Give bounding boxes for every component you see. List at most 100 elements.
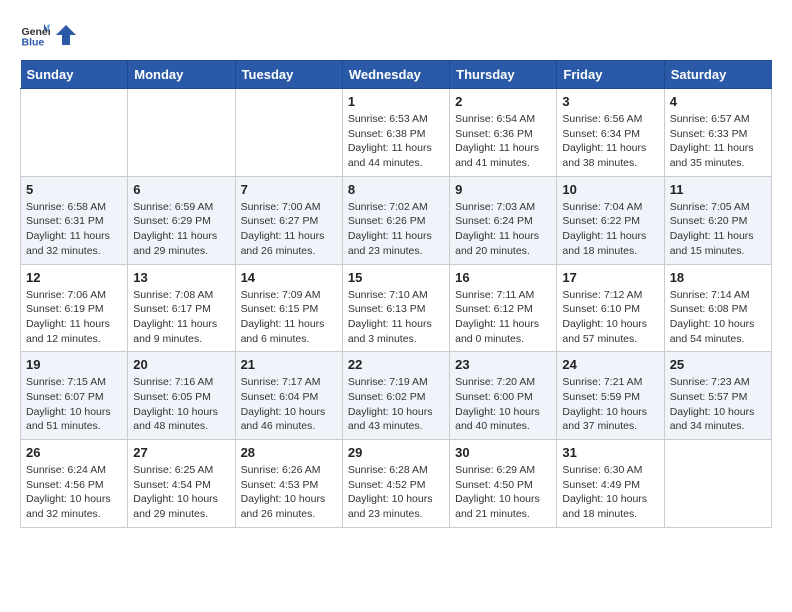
calendar-cell: 15 Sunrise: 7:10 AM Sunset: 6:13 PM Dayli… (342, 264, 449, 352)
logo-arrow-icon (56, 25, 76, 45)
day-number: 31 (562, 445, 658, 460)
day-info: Sunrise: 7:15 AM Sunset: 6:07 PM Dayligh… (26, 375, 122, 434)
day-number: 10 (562, 182, 658, 197)
logo: General Blue (20, 20, 76, 50)
day-number: 14 (241, 270, 337, 285)
day-number: 16 (455, 270, 551, 285)
day-number: 17 (562, 270, 658, 285)
calendar-cell: 10Sunrise: 7:04 AM Sunset: 6:22 PM Dayli… (557, 176, 664, 264)
day-info: Sunrise: 7:08 AM Sunset: 6:17 PM Dayligh… (133, 288, 229, 347)
day-info: Sunrise: 7:23 AM Sunset: 5:57 PM Dayligh… (670, 375, 766, 434)
day-info: Sunrise: 7:21 AM Sunset: 5:59 PM Dayligh… (562, 375, 658, 434)
header-saturday: Saturday (664, 61, 771, 89)
day-info: Sunrise: 6:54 AM Sunset: 6:36 PM Dayligh… (455, 112, 551, 171)
calendar-cell: 23 Sunrise: 7:20 AM Sunset: 6:00 PM Dayli… (450, 352, 557, 440)
calendar-cell: 9 Sunrise: 7:03 AM Sunset: 6:24 PM Daylig… (450, 176, 557, 264)
day-info: Sunrise: 7:14 AM Sunset: 6:08 PM Dayligh… (670, 288, 766, 347)
day-info: Sunrise: 7:11 AM Sunset: 6:12 PM Dayligh… (455, 288, 551, 347)
day-info: Sunrise: 6:24 AM Sunset: 4:56 PM Dayligh… (26, 463, 122, 522)
calendar-week-1: 1 Sunrise: 6:53 AM Sunset: 6:38 PM Daylig… (21, 89, 772, 177)
day-number: 19 (26, 357, 122, 372)
day-info: Sunrise: 6:28 AM Sunset: 4:52 PM Dayligh… (348, 463, 444, 522)
day-info: Sunrise: 7:17 AM Sunset: 6:04 PM Dayligh… (241, 375, 337, 434)
day-number: 7 (241, 182, 337, 197)
calendar-cell: 3 Sunrise: 6:56 AM Sunset: 6:34 PM Daylig… (557, 89, 664, 177)
day-number: 21 (241, 357, 337, 372)
calendar-cell: 5 Sunrise: 6:58 AM Sunset: 6:31 PM Daylig… (21, 176, 128, 264)
svg-text:Blue: Blue (22, 37, 45, 49)
day-number: 15 (348, 270, 444, 285)
header-friday: Friday (557, 61, 664, 89)
calendar-cell: 13 Sunrise: 7:08 AM Sunset: 6:17 PM Dayli… (128, 264, 235, 352)
day-number: 8 (348, 182, 444, 197)
calendar-cell: 18Sunrise: 7:14 AM Sunset: 6:08 PM Dayli… (664, 264, 771, 352)
day-number: 25 (670, 357, 766, 372)
calendar-week-4: 19 Sunrise: 7:15 AM Sunset: 6:07 PM Dayli… (21, 352, 772, 440)
day-info: Sunrise: 7:05 AM Sunset: 6:20 PM Dayligh… (670, 200, 766, 259)
calendar-cell: 11 Sunrise: 7:05 AM Sunset: 6:20 PM Dayli… (664, 176, 771, 264)
day-info: Sunrise: 7:19 AM Sunset: 6:02 PM Dayligh… (348, 375, 444, 434)
header-thursday: Thursday (450, 61, 557, 89)
calendar-cell: 14 Sunrise: 7:09 AM Sunset: 6:15 PM Dayli… (235, 264, 342, 352)
logo-icon: General Blue (20, 20, 50, 50)
calendar-cell: 26 Sunrise: 6:24 AM Sunset: 4:56 PM Dayli… (21, 440, 128, 528)
calendar-table: SundayMondayTuesdayWednesdayThursdayFrid… (20, 60, 772, 528)
day-number: 29 (348, 445, 444, 460)
calendar-cell (235, 89, 342, 177)
day-number: 13 (133, 270, 229, 285)
calendar-cell (664, 440, 771, 528)
day-info: Sunrise: 6:25 AM Sunset: 4:54 PM Dayligh… (133, 463, 229, 522)
calendar-cell: 17 Sunrise: 7:12 AM Sunset: 6:10 PM Dayli… (557, 264, 664, 352)
day-number: 26 (26, 445, 122, 460)
calendar-cell: 2Sunrise: 6:54 AM Sunset: 6:36 PM Daylig… (450, 89, 557, 177)
calendar-cell: 24Sunrise: 7:21 AM Sunset: 5:59 PM Dayli… (557, 352, 664, 440)
day-info: Sunrise: 7:12 AM Sunset: 6:10 PM Dayligh… (562, 288, 658, 347)
day-number: 30 (455, 445, 551, 460)
day-info: Sunrise: 7:02 AM Sunset: 6:26 PM Dayligh… (348, 200, 444, 259)
calendar-cell: 12Sunrise: 7:06 AM Sunset: 6:19 PM Dayli… (21, 264, 128, 352)
day-number: 5 (26, 182, 122, 197)
header-sunday: Sunday (21, 61, 128, 89)
day-number: 3 (562, 94, 658, 109)
header-tuesday: Tuesday (235, 61, 342, 89)
day-info: Sunrise: 7:09 AM Sunset: 6:15 PM Dayligh… (241, 288, 337, 347)
day-info: Sunrise: 7:10 AM Sunset: 6:13 PM Dayligh… (348, 288, 444, 347)
calendar-cell: 20 Sunrise: 7:16 AM Sunset: 6:05 PM Dayli… (128, 352, 235, 440)
calendar-week-3: 12Sunrise: 7:06 AM Sunset: 6:19 PM Dayli… (21, 264, 772, 352)
day-info: Sunrise: 7:20 AM Sunset: 6:00 PM Dayligh… (455, 375, 551, 434)
day-info: Sunrise: 6:26 AM Sunset: 4:53 PM Dayligh… (241, 463, 337, 522)
calendar-cell: 30 Sunrise: 6:29 AM Sunset: 4:50 PM Dayli… (450, 440, 557, 528)
day-number: 20 (133, 357, 229, 372)
calendar-cell: 21 Sunrise: 7:17 AM Sunset: 6:04 PM Dayli… (235, 352, 342, 440)
day-info: Sunrise: 6:59 AM Sunset: 6:29 PM Dayligh… (133, 200, 229, 259)
calendar-cell: 4 Sunrise: 6:57 AM Sunset: 6:33 PM Daylig… (664, 89, 771, 177)
page-header: General Blue (20, 20, 772, 50)
day-number: 22 (348, 357, 444, 372)
day-info: Sunrise: 6:56 AM Sunset: 6:34 PM Dayligh… (562, 112, 658, 171)
calendar-week-2: 5 Sunrise: 6:58 AM Sunset: 6:31 PM Daylig… (21, 176, 772, 264)
day-info: Sunrise: 7:16 AM Sunset: 6:05 PM Dayligh… (133, 375, 229, 434)
day-info: Sunrise: 6:57 AM Sunset: 6:33 PM Dayligh… (670, 112, 766, 171)
calendar-cell: 27Sunrise: 6:25 AM Sunset: 4:54 PM Dayli… (128, 440, 235, 528)
calendar-cell: 7 Sunrise: 7:00 AM Sunset: 6:27 PM Daylig… (235, 176, 342, 264)
day-info: Sunrise: 7:06 AM Sunset: 6:19 PM Dayligh… (26, 288, 122, 347)
day-number: 11 (670, 182, 766, 197)
calendar-cell: 16 Sunrise: 7:11 AM Sunset: 6:12 PM Dayli… (450, 264, 557, 352)
calendar-cell: 22 Sunrise: 7:19 AM Sunset: 6:02 PM Dayli… (342, 352, 449, 440)
header-wednesday: Wednesday (342, 61, 449, 89)
day-info: Sunrise: 7:03 AM Sunset: 6:24 PM Dayligh… (455, 200, 551, 259)
day-info: Sunrise: 6:53 AM Sunset: 6:38 PM Dayligh… (348, 112, 444, 171)
calendar-cell: 31Sunrise: 6:30 AM Sunset: 4:49 PM Dayli… (557, 440, 664, 528)
calendar-cell: 19 Sunrise: 7:15 AM Sunset: 6:07 PM Dayli… (21, 352, 128, 440)
calendar-cell: 28 Sunrise: 6:26 AM Sunset: 4:53 PM Dayli… (235, 440, 342, 528)
day-info: Sunrise: 7:00 AM Sunset: 6:27 PM Dayligh… (241, 200, 337, 259)
calendar-header: SundayMondayTuesdayWednesdayThursdayFrid… (21, 61, 772, 89)
day-info: Sunrise: 6:29 AM Sunset: 4:50 PM Dayligh… (455, 463, 551, 522)
day-number: 28 (241, 445, 337, 460)
day-number: 9 (455, 182, 551, 197)
day-number: 23 (455, 357, 551, 372)
day-info: Sunrise: 6:58 AM Sunset: 6:31 PM Dayligh… (26, 200, 122, 259)
day-number: 4 (670, 94, 766, 109)
calendar-cell: 29 Sunrise: 6:28 AM Sunset: 4:52 PM Dayli… (342, 440, 449, 528)
day-number: 1 (348, 94, 444, 109)
